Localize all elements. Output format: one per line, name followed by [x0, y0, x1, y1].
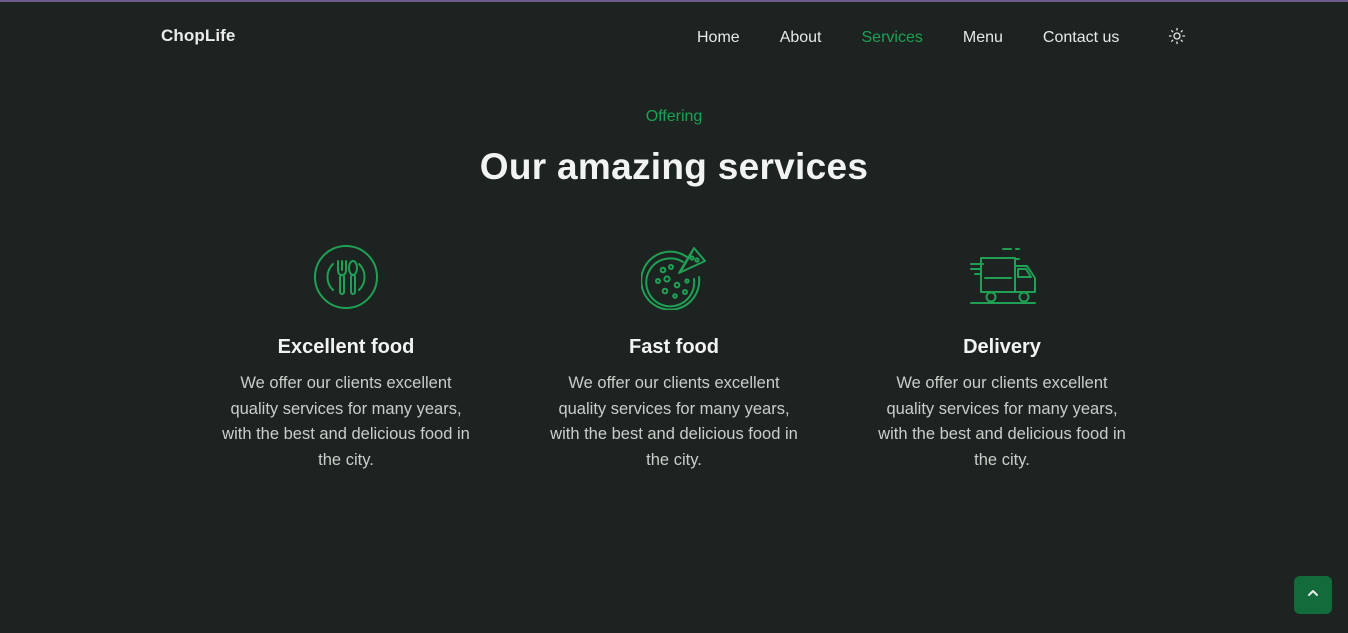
main-nav: Home About Services Menu Contact us: [697, 26, 1119, 50]
service-description: We offer our clients excellent quality s…: [878, 374, 1126, 469]
pizza-icon: [539, 242, 809, 312]
nav-link-contact[interactable]: Contact us: [1043, 29, 1119, 47]
nav-link-services[interactable]: Services: [862, 29, 923, 47]
service-card-excellent-food: Excellent food We offer our clients exce…: [211, 242, 481, 473]
nav-link-home[interactable]: Home: [697, 29, 740, 47]
logo[interactable]: ChopLife: [161, 26, 235, 46]
nav-link-menu[interactable]: Menu: [963, 29, 1003, 47]
header: ChopLife Home About Services Menu Contac…: [0, 2, 1348, 74]
section-title: Our amazing services: [479, 146, 869, 187]
service-description: We offer our clients excellent quality s…: [550, 374, 798, 469]
service-title: Excellent food: [277, 336, 415, 358]
sun-icon[interactable]: [1168, 27, 1186, 45]
restaurant-icon: [211, 242, 481, 312]
chevron-up-icon: [1306, 586, 1320, 605]
nav-link-about[interactable]: About: [780, 29, 822, 47]
service-card-fast-food: Fast food We offer our clients excellent…: [539, 242, 809, 473]
service-card-delivery: Delivery We offer our clients excellent …: [867, 242, 1137, 473]
delivery-truck-icon: [867, 242, 1137, 312]
scroll-up-button[interactable]: [1294, 576, 1332, 614]
section-subtitle: Offering: [645, 108, 703, 125]
service-description: We offer our clients excellent quality s…: [222, 374, 470, 469]
service-title: Delivery: [963, 336, 1041, 358]
service-title: Fast food: [629, 336, 719, 358]
